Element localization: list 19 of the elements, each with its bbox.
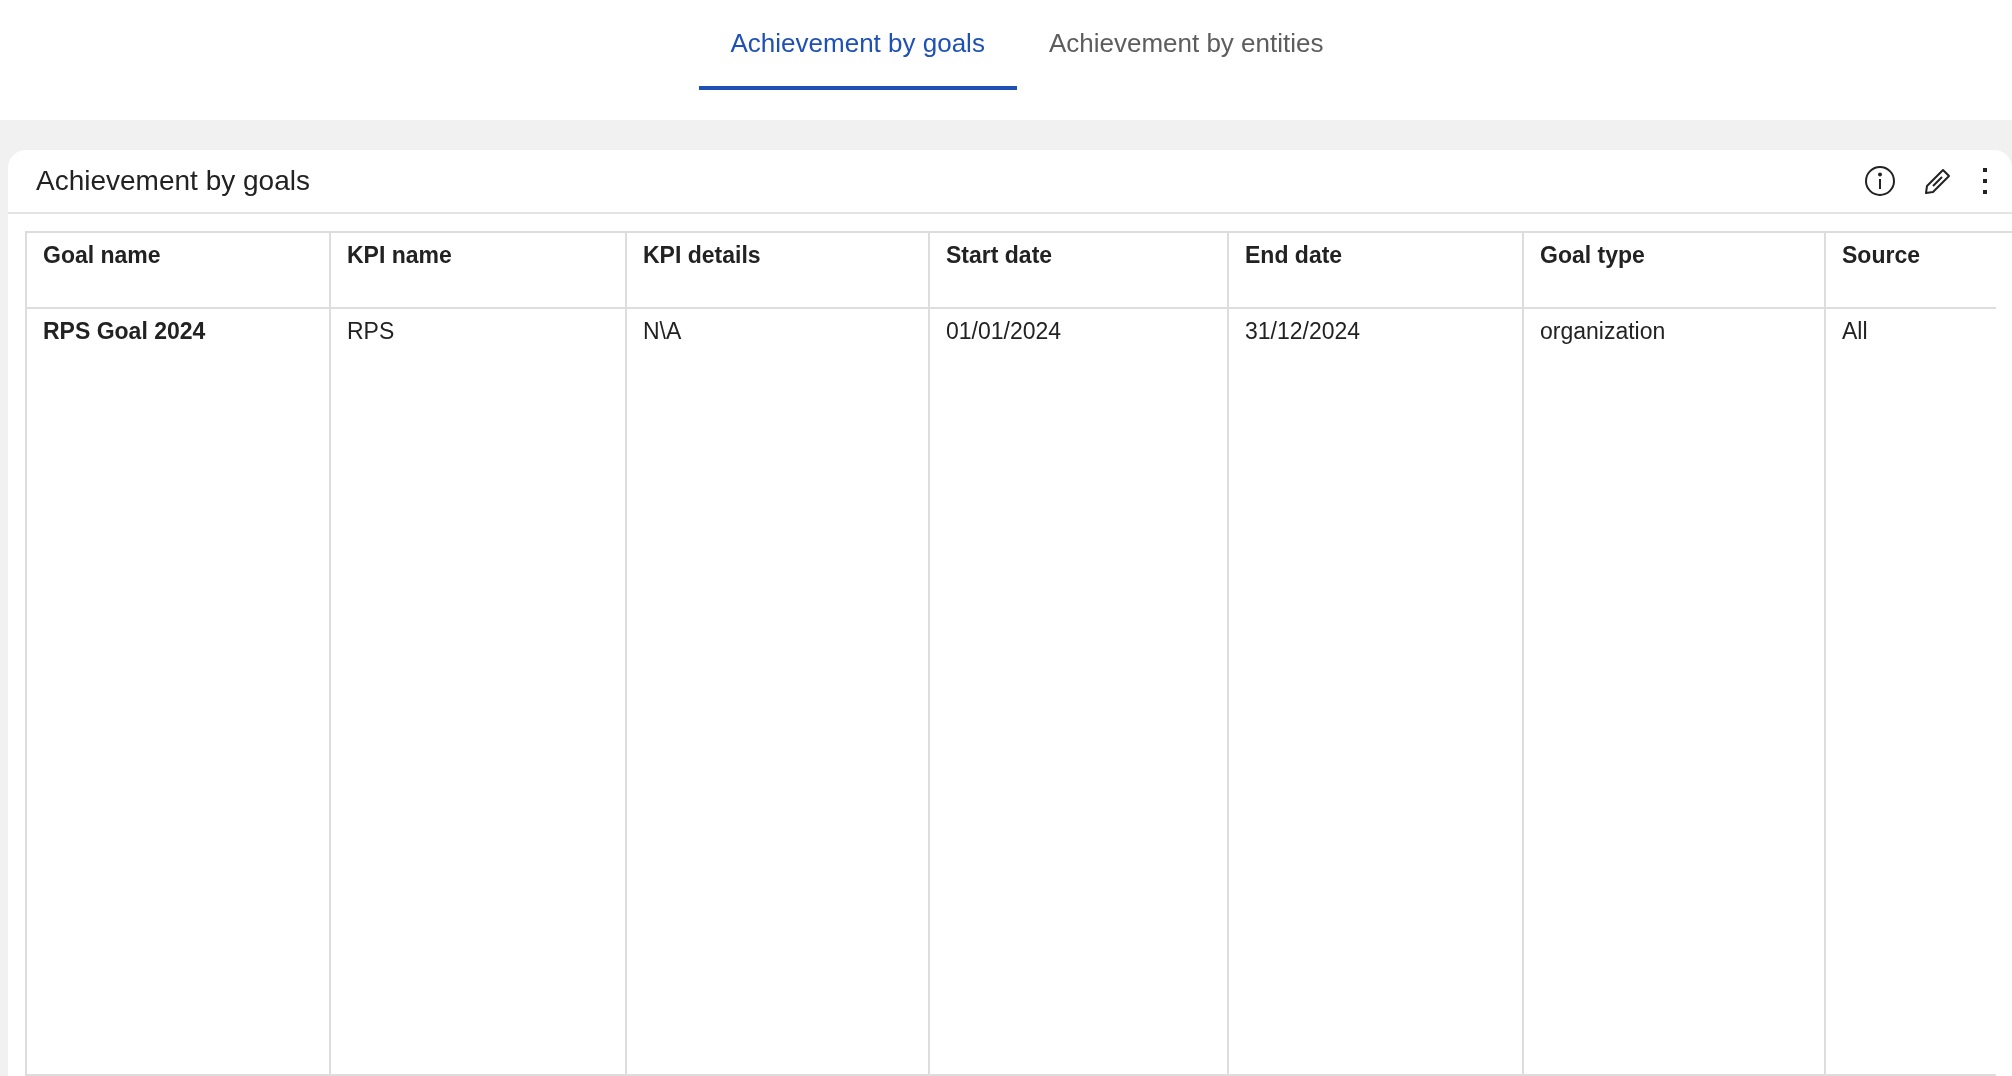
table-cell: N\A <box>627 309 930 1076</box>
card-title: Achievement by goals <box>36 165 311 197</box>
table-cell: RPS Goal 2024 <box>27 309 331 1076</box>
table-cell: 01/01/2024 <box>930 309 1229 1076</box>
column-header: Source <box>1826 233 1996 309</box>
column-header: Goal type <box>1524 233 1826 309</box>
tab[interactable]: Achievement by entities <box>1016 0 1356 90</box>
column-header: Start date <box>930 233 1229 309</box>
column-header: KPI details <box>627 233 930 309</box>
table-cell: 31/12/2024 <box>1229 309 1524 1076</box>
table-cell: All <box>1826 309 1996 1076</box>
column-header: End date <box>1229 233 1524 309</box>
more-icon <box>1980 165 1990 197</box>
column-header: Goal name <box>27 233 331 309</box>
tab[interactable]: Achievement by goals <box>698 0 1017 90</box>
info-icon <box>1864 165 1896 197</box>
table-cell: RPS <box>331 309 627 1076</box>
table-cell: organization <box>1524 309 1826 1076</box>
column-header: KPI name <box>331 233 627 309</box>
